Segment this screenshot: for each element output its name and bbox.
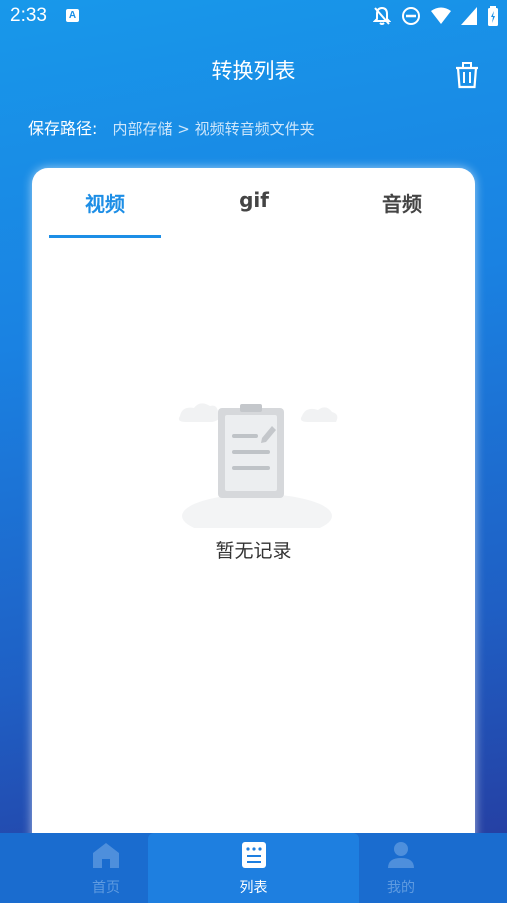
status-icons [372,6,499,30]
page-title: 转换列表 [211,59,296,83]
tab-gif[interactable]: gif [198,188,310,212]
signal-icon [461,7,477,29]
nav-list-label: 列表 [239,880,268,896]
save-path: 保存路径: 内部存储 > 视频转音频文件夹 [28,115,315,139]
home-icon [93,843,119,868]
tab-bar: 视频 gif 音频 [32,168,475,238]
records-card: 视频 gif 音频 暂无记录 [32,168,475,868]
nav-list[interactable]: 列表 [148,833,359,903]
save-path-label: 保存路径: [28,119,98,138]
battery-icon [487,6,499,30]
nav-home-label: 首页 [92,880,120,896]
trash-icon [456,62,478,89]
tab-audio[interactable]: 音频 [346,188,458,217]
profile-icon [388,842,414,868]
clipboard-icon [172,398,342,538]
wifi-icon [431,7,451,29]
tab-indicator [49,235,161,238]
screen: 2:33 A 转换列表 保存路径: 内部存储 > 视频转音频文件夹 视频 gif… [0,0,507,903]
save-path-value[interactable]: 内部存储 > 视频转音频文件夹 [113,120,315,138]
empty-state-text: 暂无记录 [215,540,292,562]
tab-video[interactable]: 视频 [49,188,161,217]
nav-profile-label: 我的 [387,880,415,896]
bottom-nav: 首页 列表 我的 [0,833,507,903]
delete-button[interactable] [452,60,482,90]
dnd-icon [401,6,421,30]
notification-app-icon: A [66,9,79,22]
status-time: 2:33 [10,5,47,26]
nav-profile[interactable]: 我的 [343,833,459,903]
bell-off-icon [372,6,392,30]
status-bar: 2:33 A [0,0,507,34]
nav-home[interactable]: 首页 [48,833,164,903]
list-icon [242,842,266,868]
